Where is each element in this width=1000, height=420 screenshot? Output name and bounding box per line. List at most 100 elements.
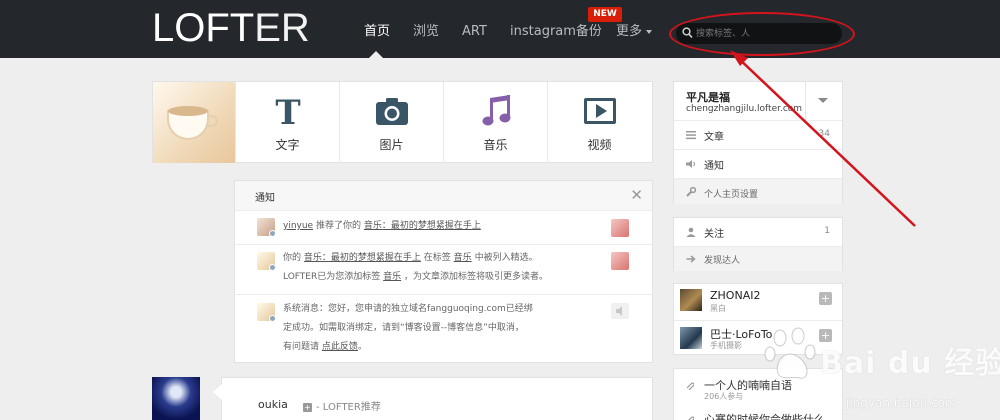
notification-fragment: 中被列入精选。 [474, 253, 538, 263]
recommended-user-category: 手机摄影 [710, 341, 742, 350]
publish-panel: T 文字 图片 音乐 视频 [152, 81, 653, 163]
cup-handle-shape [208, 115, 218, 127]
feed-user-avatar[interactable] [152, 377, 200, 420]
recommended-user-avatar[interactable] [680, 289, 702, 311]
notification-fragment: 有问题请 [283, 342, 320, 352]
lofter-logo[interactable]: LOFTER [152, 6, 310, 50]
recommended-user-name[interactable]: ZHONAI2 [710, 289, 760, 302]
sidebar-item-count: 1 [824, 226, 830, 236]
post-thumbnail[interactable] [611, 252, 629, 270]
notification-text: 你的 音乐：最初的梦想紧握在手上 在标签 音乐 中被列入精选。 LOFTER已为… [283, 249, 548, 287]
topic-tags-box: 一个人的喃喃自语 206人参与 心寒的时候你会做些什么 [673, 368, 843, 420]
recommended-user-avatar[interactable] [680, 327, 702, 349]
notification-fragment: 你的 [283, 253, 302, 263]
publish-photo-label: 图片 [379, 138, 404, 152]
post-link[interactable]: 音乐：最初的梦想紧握在手上 [364, 221, 481, 231]
close-icon[interactable]: ✕ [630, 186, 643, 204]
chevron-down-icon [646, 29, 653, 34]
blog-name[interactable]: 平凡是福 [686, 89, 730, 105]
feedback-link[interactable]: 点此反馈 [322, 342, 358, 352]
publish-video-button[interactable]: 视频 [547, 82, 651, 163]
sidebar-item-discover[interactable]: 发现达人 [674, 246, 842, 271]
wrench-icon [686, 187, 696, 197]
post-thumbnail[interactable] [611, 219, 629, 237]
notification-fragment: 在标签 [423, 253, 451, 263]
sidebar-item-settings[interactable]: 个人主页设置 [674, 178, 842, 204]
notification-title: 通知 [255, 193, 275, 204]
recommended-user[interactable]: 巴士·LoFoTo 手机摄影 + [674, 320, 842, 356]
nav-art[interactable]: ART [462, 23, 487, 41]
recommended-user[interactable]: ZHONAI2 黑白 + [674, 284, 842, 320]
music-note-icon [482, 95, 511, 126]
search-input[interactable] [696, 25, 836, 42]
publish-music-button[interactable]: 音乐 [443, 82, 547, 163]
chevron-down-icon[interactable] [818, 98, 828, 103]
profile-box: 平凡是福 chengzhangjilu.lofter.com 文章 34 通知 … [673, 81, 843, 204]
arrow-right-icon [686, 255, 696, 263]
notification-header: 通知 ✕ [235, 181, 652, 211]
tag-link[interactable]: 音乐 [454, 253, 472, 263]
recommend-box: ZHONAI2 黑白 + 巴士·LoFoTo 手机摄影 + [673, 283, 843, 355]
search-box[interactable] [676, 23, 842, 44]
notification-text: 系统消息：您好，您申请的独立域名fangguoqing.com已经绑 定成功。如… [283, 300, 533, 357]
paperclip-icon [688, 416, 694, 420]
svg-text:T: T [275, 94, 300, 128]
active-nav-indicator [369, 51, 383, 58]
notification-panel: 通知 ✕ yinyue 推荐了你的 音乐：最初的梦想紧握在手上 你的 音乐：最初… [234, 180, 653, 363]
feed-card-pointer [213, 384, 222, 400]
user-link[interactable]: yinyue [283, 221, 313, 231]
notification-fragment: 系统消息：您好，您申请的独立域名fangguoqing.com已经绑 [283, 304, 533, 314]
feed-recommend-tag: + - LOFTER推荐 [303, 398, 381, 413]
divider [805, 82, 806, 120]
top-nav-bar: LOFTER 首页 浏览 ART instagram备份 更多 NEW [0, 0, 1000, 58]
publish-text-button[interactable]: T 文字 [235, 82, 339, 163]
video-play-icon [584, 98, 616, 124]
paperclip-icon [686, 382, 694, 390]
notification-fragment: LOFTER已为您添加标签 [283, 272, 381, 282]
sidebar-item-label: 关注 [704, 229, 724, 240]
person-icon [686, 227, 696, 237]
sidebar-item-label: 发现达人 [704, 256, 741, 266]
nav-home[interactable]: 首页 [364, 23, 390, 41]
status-dot-icon [269, 230, 276, 237]
feed-username[interactable]: oukia [258, 398, 288, 411]
nav-more-label: 更多 [616, 24, 643, 39]
follow-plus-icon[interactable]: + [819, 292, 832, 305]
nav-instagram-backup[interactable]: instagram备份 [510, 23, 602, 41]
nav-browse[interactable]: 浏览 [413, 23, 439, 41]
sidebar-item-label: 文章 [704, 132, 724, 143]
notification-row: yinyue 推荐了你的 音乐：最初的梦想紧握在手上 [235, 212, 652, 245]
notification-row: 你的 音乐：最初的梦想紧握在手上 在标签 音乐 中被列入精选。 LOFTER已为… [235, 245, 652, 295]
blog-url[interactable]: chengzhangjilu.lofter.com [686, 104, 802, 114]
plus-icon[interactable]: + [303, 402, 312, 412]
follow-plus-icon[interactable]: + [819, 329, 832, 342]
sidebar-item-notifications[interactable]: 通知 [674, 149, 842, 178]
topic-tag-participants: 206人参与 [704, 392, 744, 401]
list-icon [686, 131, 696, 140]
notification-fragment: ，为文章添加标签将吸引更多读者。 [404, 272, 549, 282]
sidebar-item-following[interactable]: 关注 1 [674, 218, 842, 247]
coffee-foam-shape [168, 106, 208, 116]
tag-link[interactable]: 音乐 [383, 272, 401, 282]
user-cover-image [153, 82, 235, 163]
feed-recommend-label: - LOFTER推荐 [316, 402, 381, 413]
sidebar-item-posts[interactable]: 文章 34 [674, 120, 842, 149]
notification-fragment: 。 [357, 342, 367, 352]
publish-music-label: 音乐 [483, 138, 508, 152]
publish-video-label: 视频 [587, 138, 612, 152]
new-badge: NEW [588, 7, 622, 22]
sidebar-item-label: 通知 [704, 161, 724, 172]
sidebar-item-count: 34 [818, 129, 830, 139]
publish-photo-button[interactable]: 图片 [339, 82, 443, 163]
notification-row: 系统消息：您好，您申请的独立域名fangguoqing.com已经绑 定成功。如… [235, 295, 652, 363]
watermark-brand: Bai du 经验 [820, 346, 1000, 381]
post-link[interactable]: 音乐：最初的梦想紧握在手上 [304, 253, 421, 263]
nav-more[interactable]: 更多 [616, 23, 653, 41]
watermark-url: jingyan.baidu.com [846, 396, 957, 410]
search-icon [682, 27, 693, 39]
notification-text: yinyue 推荐了你的 音乐：最初的梦想紧握在手上 [283, 217, 481, 236]
topic-tag-title[interactable]: 心寒的时候你会做些什么 [704, 411, 825, 420]
feed-post-card: oukia + - LOFTER推荐 [221, 377, 653, 420]
speaker-icon [686, 160, 695, 168]
speaker-icon [611, 303, 629, 319]
